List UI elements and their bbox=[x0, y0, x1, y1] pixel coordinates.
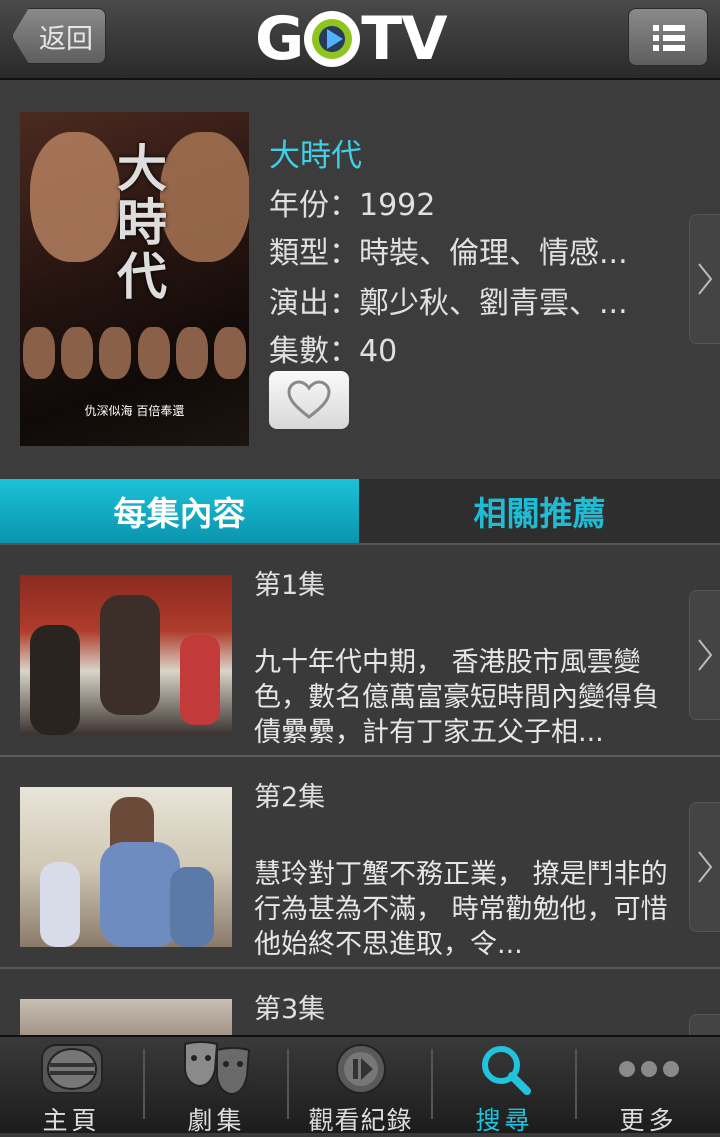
tab-related[interactable]: 相關推薦 bbox=[360, 479, 719, 543]
episode-title: 第3集 bbox=[254, 994, 326, 1025]
nav-home[interactable]: 主頁 bbox=[0, 1037, 143, 1135]
top-bar: 返回 G TV bbox=[0, 0, 720, 80]
episode-description: 九十年代中期， 香港股市風雲變色，數名億萬富豪短時間內變得負債纍纍，計有丁家五父… bbox=[254, 647, 659, 748]
show-genre: 類型：時裝、倫理、情感... bbox=[269, 236, 628, 271]
episode-thumbnail bbox=[20, 787, 232, 947]
episode-title: 第1集 bbox=[254, 570, 326, 601]
history-replay-icon bbox=[335, 1044, 386, 1094]
content-tabs: 每集內容 相關推薦 bbox=[0, 479, 720, 545]
drama-masks-icon bbox=[183, 1041, 250, 1096]
nav-history[interactable]: 觀看紀錄 bbox=[289, 1037, 432, 1135]
gotv-logo: G TV bbox=[255, 4, 448, 74]
show-poster: 大時代 仇深似海 百倍奉還 bbox=[20, 112, 249, 446]
poster-title: 大時代 bbox=[117, 140, 167, 306]
show-cast: 演出：鄭少秋、劉青雲、... bbox=[269, 286, 628, 321]
show-title: 大時代 bbox=[269, 138, 362, 174]
list-item[interactable]: 第2集 慧玲對丁蟹不務正業， 撩是鬥非的行為甚為不滿， 時常勸勉他，可惜他始終不… bbox=[0, 757, 720, 969]
heart-icon bbox=[287, 380, 331, 419]
poster-caption: 仇深似海 百倍奉還 bbox=[84, 404, 185, 418]
chevron-right-icon bbox=[698, 263, 713, 295]
list-item[interactable]: 第3集 bbox=[0, 969, 720, 1035]
nav-home-label: 主頁 bbox=[42, 1106, 101, 1135]
show-episode-count: 集數：40 bbox=[269, 334, 398, 369]
episode-arrow[interactable] bbox=[689, 802, 720, 932]
back-button-label: 返回 bbox=[39, 23, 93, 55]
episode-thumbnail bbox=[20, 575, 232, 735]
nav-more-label: 更多 bbox=[619, 1106, 678, 1135]
logo-text-g: G bbox=[255, 4, 304, 74]
favorite-button[interactable] bbox=[269, 371, 349, 429]
episode-list[interactable]: 第1集 九十年代中期， 香港股市風雲變色，數名億萬富豪短時間內變得負債纍纍，計有… bbox=[0, 545, 720, 1035]
more-dots-icon bbox=[618, 1061, 679, 1077]
episode-description: 慧玲對丁蟹不務正業， 撩是鬥非的行為甚為不滿， 時常勸勉他，可惜他始終不思進取，… bbox=[254, 859, 668, 960]
tab-episodes[interactable]: 每集內容 bbox=[0, 479, 359, 543]
show-info-panel: 大時代 仇深似海 百倍奉還 大時代 年份：1992 類型：時裝、倫理、情感...… bbox=[0, 80, 720, 480]
home-icon bbox=[40, 1044, 103, 1094]
chevron-right-icon bbox=[698, 639, 713, 671]
show-detail-arrow[interactable] bbox=[689, 214, 720, 344]
bottom-navigation: 主頁 劇集 觀看紀錄 搜尋 更多 bbox=[0, 1035, 720, 1135]
list-menu-button[interactable] bbox=[628, 8, 708, 66]
chevron-right-icon bbox=[698, 851, 713, 883]
nav-search[interactable]: 搜尋 bbox=[433, 1037, 576, 1135]
logo-text-tv: TV bbox=[361, 4, 447, 74]
back-button[interactable]: 返回 bbox=[12, 8, 106, 64]
nav-drama[interactable]: 劇集 bbox=[145, 1037, 288, 1135]
nav-more[interactable]: 更多 bbox=[577, 1037, 720, 1135]
episode-thumbnail bbox=[20, 999, 232, 1035]
episode-arrow[interactable] bbox=[689, 590, 720, 720]
episode-arrow[interactable] bbox=[689, 1014, 720, 1035]
list-item[interactable]: 第1集 九十年代中期， 香港股市風雲變色，數名億萬富豪短時間內變得負債纍纍，計有… bbox=[0, 545, 720, 757]
nav-search-label: 搜尋 bbox=[475, 1106, 534, 1135]
episode-title: 第2集 bbox=[254, 782, 326, 813]
nav-history-label: 觀看紀錄 bbox=[308, 1106, 413, 1135]
nav-drama-label: 劇集 bbox=[187, 1106, 246, 1135]
search-icon bbox=[481, 1046, 531, 1095]
show-year: 年份：1992 bbox=[269, 188, 436, 223]
logo-play-icon bbox=[304, 11, 361, 67]
